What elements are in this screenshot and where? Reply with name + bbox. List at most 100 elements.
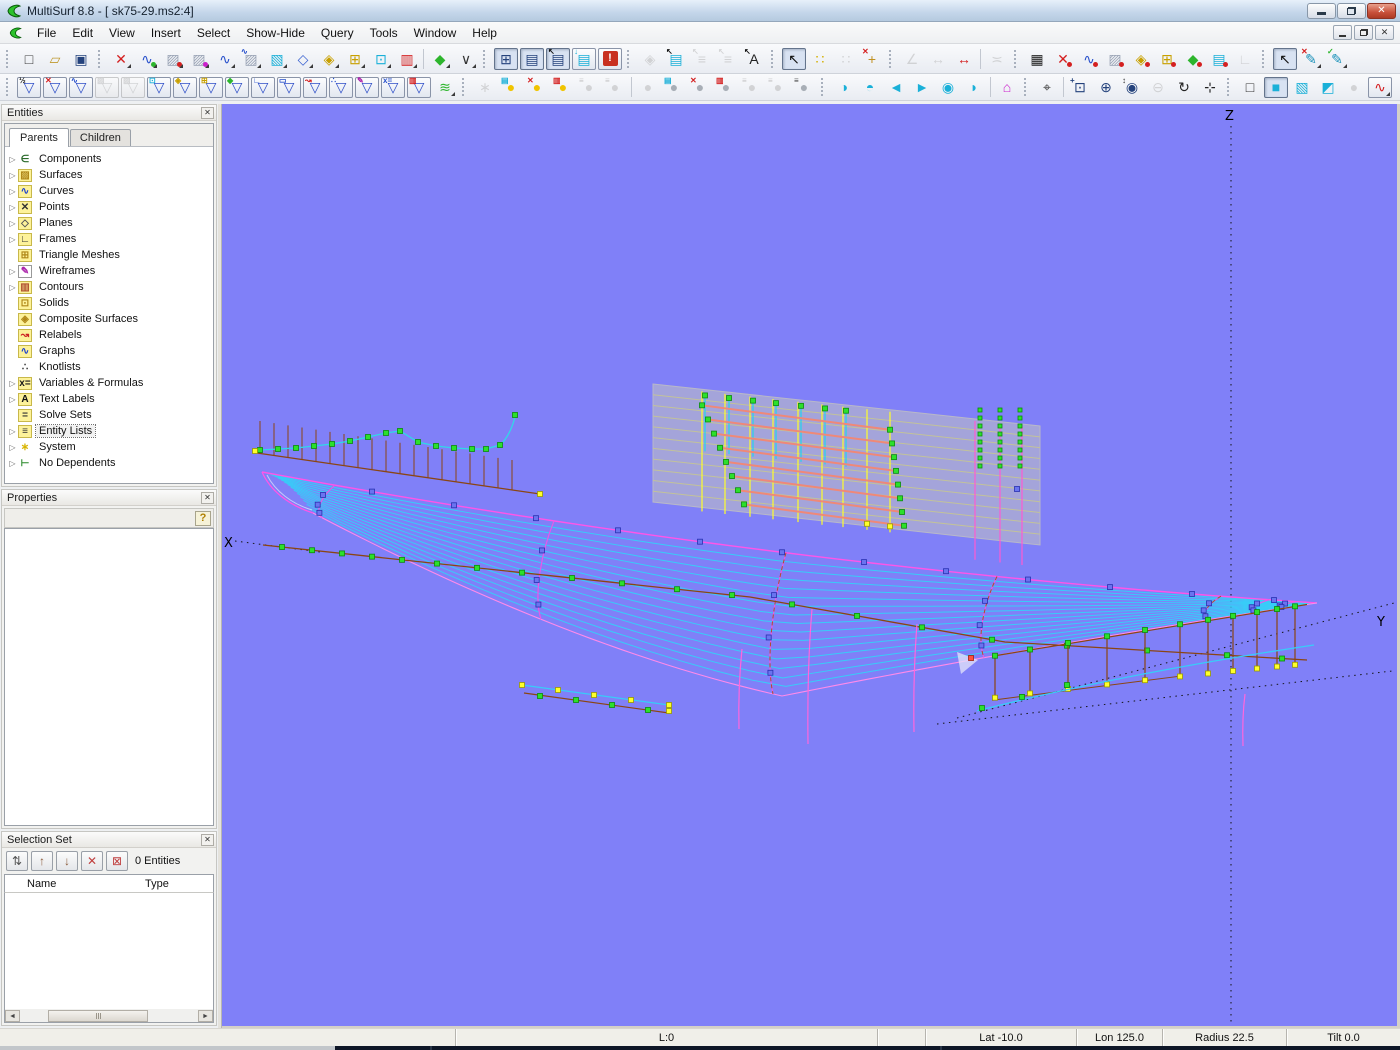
- zoom-fit-button[interactable]: ◉ ↕: [1120, 76, 1144, 98]
- tree-item-surfaces[interactable]: ▷ ▨ Surfaces: [7, 167, 213, 183]
- scroll-thumb[interactable]: [48, 1009, 148, 1022]
- view-starboard-button[interactable]: ►: [910, 77, 934, 98]
- expand-arrow-icon[interactable]: ▷: [7, 235, 18, 244]
- tree-item-points[interactable]: ▷ ✕ Points: [7, 199, 213, 215]
- view-stern-button[interactable]: ◗: [962, 77, 986, 98]
- document-logo-icon[interactable]: [8, 26, 23, 40]
- sel-remove-button[interactable]: ✕: [81, 851, 103, 871]
- column-name[interactable]: Name: [5, 878, 145, 890]
- menu-edit[interactable]: Edit: [64, 23, 101, 43]
- open-file-button[interactable]: ▱: [43, 48, 67, 70]
- view-top-button[interactable]: ◓: [858, 77, 882, 98]
- display-graph-button[interactable]: ∿: [1368, 76, 1392, 98]
- toolbar-grip[interactable]: [1262, 49, 1269, 68]
- tree-item-variables-formulas[interactable]: ▷ x= Variables & Formulas: [7, 375, 213, 391]
- properties-close-icon[interactable]: ✕: [201, 491, 214, 504]
- tree-item-text-labels[interactable]: ▷ A Text Labels: [7, 391, 213, 407]
- entities-close-icon[interactable]: ✕: [201, 106, 214, 119]
- tree-item-composite-surfaces[interactable]: ◈ Composite Surfaces: [7, 311, 213, 327]
- window-errors-button[interactable]: !: [598, 47, 622, 70]
- insert-point-button[interactable]: ✕: [109, 48, 133, 70]
- new-file-button[interactable]: □: [17, 48, 41, 70]
- view-bow-button[interactable]: ◑: [832, 77, 856, 98]
- toolbar-grip[interactable]: [6, 78, 13, 96]
- hide-points-button[interactable]: ● ✕: [688, 76, 712, 98]
- expand-arrow-icon[interactable]: ▷: [7, 379, 18, 388]
- filter-planes-button[interactable]: ▽ ◆: [225, 76, 249, 98]
- drag-plane-button[interactable]: ◆: [1181, 48, 1205, 70]
- menu-tools[interactable]: Tools: [362, 23, 406, 43]
- sel-reorder-button[interactable]: ⇅: [6, 851, 28, 871]
- filter-solids-button[interactable]: ▽ ⊡: [147, 76, 171, 98]
- probe-button[interactable]: ⌖: [1035, 77, 1059, 98]
- menu-query[interactable]: Query: [313, 23, 362, 43]
- expand-arrow-icon[interactable]: ▷: [7, 427, 18, 436]
- snap-grid-button[interactable]: ∷: [808, 48, 832, 70]
- select-from-list-button[interactable]: ▤ ↖: [664, 47, 688, 70]
- show-contours-button[interactable]: ● ▥: [551, 76, 575, 98]
- tree-item-graphs[interactable]: ∿ Graphs: [7, 343, 213, 359]
- expand-arrow-icon[interactable]: ▷: [7, 155, 18, 164]
- sel-move-down-button[interactable]: ↓: [56, 851, 78, 871]
- selection-set-close-icon[interactable]: ✕: [201, 833, 214, 846]
- selection-list[interactable]: [4, 893, 214, 1009]
- insert-composite-button[interactable]: ◈: [317, 48, 341, 70]
- show-points-button[interactable]: ● ✕: [525, 76, 549, 98]
- rotate-view-button[interactable]: ↻: [1172, 77, 1196, 98]
- tablet-x-button[interactable]: ✎ ✕: [1299, 47, 1323, 70]
- window-entities-button[interactable]: ⊞: [494, 47, 518, 70]
- toolbar-grip[interactable]: [1227, 78, 1234, 96]
- insert-contours-button[interactable]: ▥: [395, 48, 419, 70]
- tab-parents[interactable]: Parents: [9, 128, 69, 147]
- show-entities-list-button[interactable]: ● ▤: [499, 76, 523, 98]
- view-home-button[interactable]: ⌂: [995, 77, 1019, 98]
- filter-frames-button[interactable]: ▽ ∟: [251, 76, 275, 98]
- filter-curves-button[interactable]: ▽ ∿: [69, 76, 93, 98]
- tree-item-solve-sets[interactable]: = Solve Sets: [7, 407, 213, 423]
- window-description-button[interactable]: ▤: [520, 47, 544, 70]
- filter-variables-button[interactable]: ▽ x=: [381, 76, 405, 98]
- tree-item-solids[interactable]: ⊡ Solids: [7, 295, 213, 311]
- zoom-window-button[interactable]: ⊡ +: [1068, 76, 1092, 98]
- drag-mesh-button[interactable]: ⊞: [1155, 48, 1179, 70]
- display-quick-shade-button[interactable]: ◩: [1316, 77, 1340, 98]
- toolbar-grip[interactable]: [483, 49, 490, 68]
- toolbar-grip[interactable]: [627, 49, 634, 68]
- drag-curve-button[interactable]: ∿: [1077, 48, 1101, 70]
- sel-move-up-button[interactable]: ↑: [31, 851, 53, 871]
- view-perspective-button[interactable]: ◉: [936, 77, 960, 98]
- expand-arrow-icon[interactable]: ▷: [7, 395, 18, 404]
- filter-knotlists-button[interactable]: ▽ ∴: [329, 76, 353, 98]
- filter-contours-button[interactable]: ▽ ▥: [407, 76, 431, 98]
- help-button[interactable]: ?: [195, 510, 211, 526]
- tree-item-triangle-meshes[interactable]: ⊞ Triangle Meshes: [7, 247, 213, 263]
- display-wireframe-button[interactable]: □: [1238, 77, 1262, 98]
- window-selection-button[interactable]: ▤ ↖: [546, 47, 570, 70]
- toolbar-grip[interactable]: [1014, 49, 1021, 68]
- insert-surface-button[interactable]: ▨: [161, 48, 185, 70]
- expand-arrow-icon[interactable]: ▷: [7, 171, 18, 180]
- expand-arrow-icon[interactable]: ▷: [7, 267, 18, 276]
- pick-arrow-button[interactable]: ↖: [1273, 47, 1297, 70]
- insert-surface-cyan-button[interactable]: ▧: [265, 48, 289, 70]
- mdi-close-button[interactable]: ✕: [1375, 25, 1394, 40]
- viewport-3d[interactable]: Z X Y: [222, 104, 1400, 1028]
- insert-trimesh-button[interactable]: ⊞: [343, 48, 367, 70]
- insert-curve-on-surface-button[interactable]: ▨ ∿: [239, 47, 263, 70]
- filter-composites-button[interactable]: ▽ ◈: [173, 76, 197, 98]
- tree-item-system[interactable]: ▷ ∗ System: [7, 439, 213, 455]
- expand-arrow-icon[interactable]: ▷: [7, 219, 18, 228]
- tree-item-entity-lists[interactable]: ▷ ≡ Entity Lists: [7, 423, 213, 439]
- pan-view-button[interactable]: ⊹: [1198, 77, 1222, 98]
- mdi-minimize-button[interactable]: [1333, 25, 1352, 40]
- filter-text-button[interactable]: ▽ ✎: [355, 76, 379, 98]
- insert-surface-edge-button[interactable]: ◇: [291, 48, 315, 70]
- tree-item-wireframes[interactable]: ▷ ✎ Wireframes: [7, 263, 213, 279]
- toolbar-grip[interactable]: [6, 49, 13, 68]
- filter-half-button[interactable]: ▽ ½: [17, 76, 41, 98]
- select-by-name-button[interactable]: A ↖: [742, 47, 766, 70]
- hide-entities-list-button[interactable]: ● ▤: [662, 76, 686, 98]
- filter-relabels-button[interactable]: ▽ ↝: [303, 76, 327, 98]
- measure-offset-button[interactable]: ↔: [952, 48, 976, 70]
- toolbar-grip[interactable]: [889, 49, 896, 68]
